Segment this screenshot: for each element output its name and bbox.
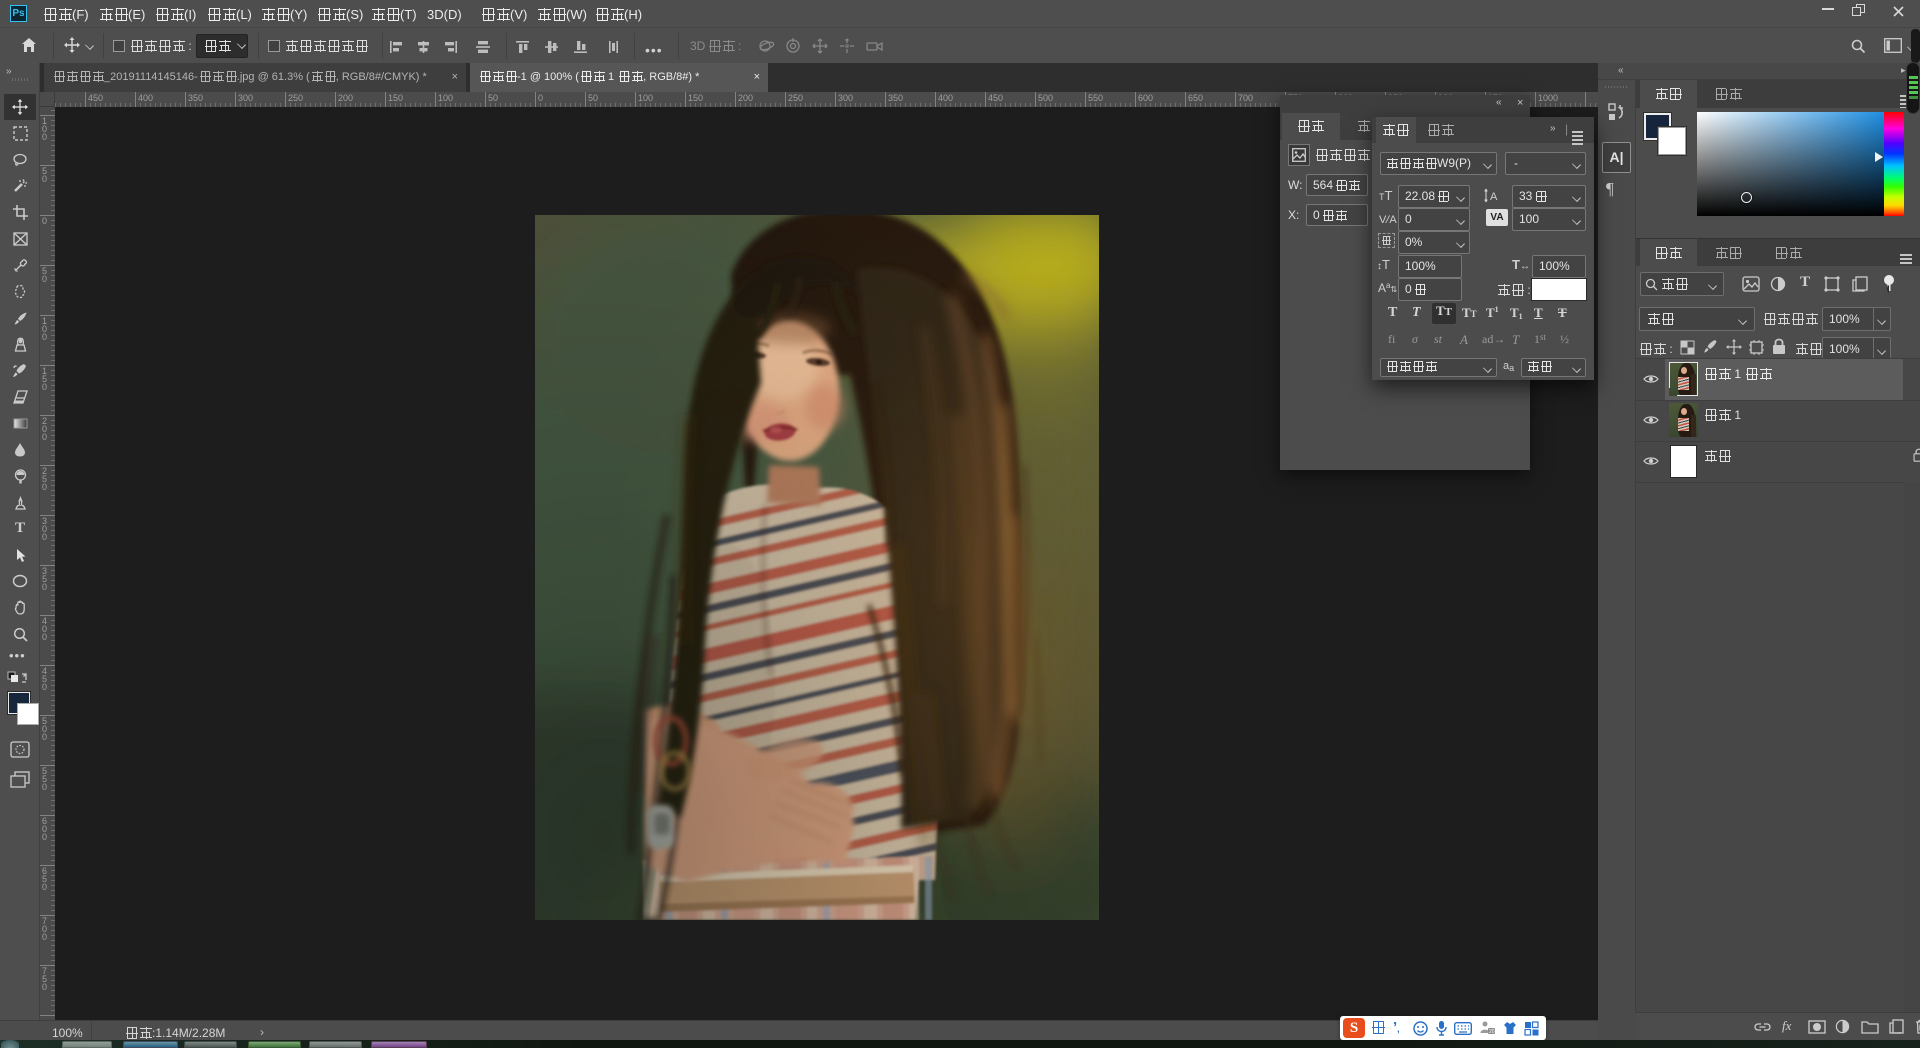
svg-text:20: 20 xyxy=(1489,1029,1495,1035)
svg-text:A: A xyxy=(1490,191,1498,203)
